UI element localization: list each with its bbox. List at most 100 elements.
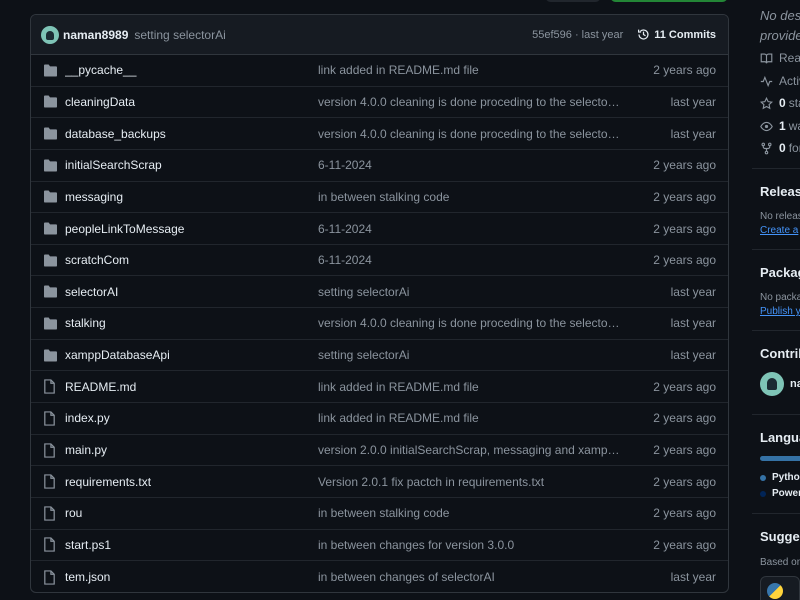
file-name[interactable]: selectorAI: [65, 285, 318, 299]
file-browser: naman8989 setting selectorAi 55ef596 · l…: [30, 14, 729, 593]
divider: [752, 414, 800, 415]
file-commit-date: 2 years ago: [653, 221, 716, 236]
file-commit-message[interactable]: in between stalking code: [318, 506, 620, 520]
language-python[interactable]: Pytho: [760, 472, 800, 483]
suggested-workflow-card[interactable]: [760, 576, 800, 600]
file-commit-message[interactable]: version 4.0.0 cleaning is done proceding…: [318, 95, 620, 109]
file-commit-message[interactable]: link added in README.md file: [318, 63, 620, 77]
file-commit-date: last year: [670, 348, 716, 363]
releases-text: No releas: [760, 211, 800, 222]
file-row[interactable]: index.py link added in README.md file 2 ye…: [31, 403, 728, 435]
folder-icon: [43, 126, 59, 142]
releases-heading[interactable]: Release: [760, 184, 800, 199]
file-commit-message[interactable]: in between stalking code: [318, 190, 620, 204]
file-commit-message[interactable]: version 2.0.0 initialSearchScrap, messag…: [318, 443, 620, 457]
file-name[interactable]: xamppDatabaseApi: [65, 348, 318, 362]
file-icon: [43, 442, 59, 458]
forks-link[interactable]: 0 for: [760, 141, 800, 155]
file-commit-message[interactable]: version 4.0.0 cleaning is done proceding…: [318, 127, 620, 141]
file-name[interactable]: messaging: [65, 190, 318, 204]
watching-label: wa: [788, 119, 800, 133]
publish-package-link[interactable]: Publish y: [760, 306, 800, 317]
folder-icon: [43, 221, 59, 237]
contributor-avatar[interactable]: [760, 372, 784, 396]
toolbar-button[interactable]: [545, 0, 601, 2]
history-icon: [638, 29, 649, 40]
file-commit-date: 2 years ago: [653, 443, 716, 457]
watching-link[interactable]: 1 wa: [760, 119, 800, 133]
file-row[interactable]: initialSearchScrap 6-11-2024 2 years ago: [31, 150, 728, 182]
packages-heading[interactable]: Packag: [760, 265, 800, 280]
file-commit-message[interactable]: Version 2.0.1 fix pactch in requirements…: [318, 475, 620, 489]
file-row[interactable]: selectorAI setting selectorAi last year: [31, 276, 728, 309]
file-name[interactable]: start.ps1: [65, 538, 318, 552]
author-avatar[interactable]: [41, 25, 59, 44]
file-commit-message[interactable]: setting selectorAi: [318, 285, 620, 299]
file-row[interactable]: main.py version 2.0.0 initialSearchScrap,…: [31, 435, 728, 467]
file-commit-date: 2 years ago: [653, 506, 716, 521]
file-name[interactable]: tem.json: [65, 570, 318, 584]
file-commit-message[interactable]: in between changes of selectorAI: [318, 570, 620, 584]
file-name[interactable]: initialSearchScrap: [65, 158, 318, 172]
file-commit-message[interactable]: 6-11-2024: [318, 222, 620, 236]
file-name[interactable]: README.md: [65, 380, 318, 394]
file-row[interactable]: requirements.txt Version 2.0.1 fix pactch…: [31, 466, 728, 498]
file-icon: [43, 410, 59, 426]
file-name[interactable]: rou: [65, 506, 318, 520]
file-row[interactable]: peopleLinkToMessage 6-11-2024 2 years ago: [31, 213, 728, 245]
file-commit-message[interactable]: 6-11-2024: [318, 253, 620, 267]
folder-icon: [43, 284, 59, 300]
readme-link[interactable]: Read: [760, 51, 800, 65]
file-name[interactable]: index.py: [65, 411, 318, 425]
activity-label: Activ: [779, 74, 800, 88]
file-row[interactable]: cleaningData version 4.0.0 cleaning is do…: [31, 87, 728, 119]
folder-icon: [43, 252, 59, 268]
file-row[interactable]: database_backups version 4.0.0 cleaning i…: [31, 118, 728, 150]
contributors-heading[interactable]: Contrib: [760, 346, 800, 361]
file-row[interactable]: rou in between stalking code 2 years ago: [31, 498, 728, 530]
file-row[interactable]: stalking version 4.0.0 cleaning is done p…: [31, 308, 728, 340]
language-powershell[interactable]: Power: [760, 488, 800, 499]
file-name[interactable]: stalking: [65, 316, 318, 330]
suggested-text: Based on: [760, 557, 800, 568]
divider: [752, 168, 800, 169]
code-button[interactable]: [610, 0, 728, 2]
activity-link[interactable]: Activ: [760, 74, 800, 88]
commit-sha-time[interactable]: 55ef596 · last year: [532, 29, 623, 41]
file-name[interactable]: main.py: [65, 443, 318, 457]
commit-message[interactable]: setting selectorAi: [134, 28, 225, 42]
file-row[interactable]: xamppDatabaseApi setting selectorAi last y…: [31, 340, 728, 372]
file-commit-date: 2 years ago: [653, 379, 716, 394]
file-commit-message[interactable]: link added in README.md file: [318, 380, 620, 394]
folder-icon: [43, 189, 59, 205]
readme-label: Read: [779, 51, 800, 65]
file-commit-message[interactable]: version 4.0.0 cleaning is done proceding…: [318, 316, 620, 330]
file-row[interactable]: tem.json in between changes of selectorAI…: [31, 561, 728, 592]
file-commit-message[interactable]: in between changes for version 3.0.0: [318, 538, 620, 552]
create-release-link[interactable]: Create a: [760, 225, 798, 236]
commit-author[interactable]: naman8989: [63, 28, 128, 42]
file-commit-message[interactable]: link added in README.md file: [318, 411, 620, 425]
repo-description: No desc provide: [760, 6, 800, 46]
language-powershell-label: Power: [772, 488, 800, 499]
file-commit-message[interactable]: setting selectorAi: [318, 348, 620, 362]
stars-link[interactable]: 0 sta: [760, 96, 800, 110]
file-commit-date: last year: [670, 284, 716, 299]
file-row[interactable]: README.md link added in README.md file 2 y…: [31, 371, 728, 404]
file-row[interactable]: start.ps1 in between changes for version …: [31, 530, 728, 562]
languages-heading: Langua: [760, 430, 800, 445]
file-row[interactable]: __pycache__ link added in README.md file 2…: [31, 55, 728, 87]
file-commit-date: 2 years ago: [653, 189, 716, 204]
file-name[interactable]: scratchCom: [65, 253, 318, 267]
forks-count: 0: [779, 141, 786, 155]
file-row[interactable]: scratchCom 6-11-2024 2 years ago: [31, 245, 728, 277]
contributor-name[interactable]: na: [790, 378, 800, 390]
file-name[interactable]: requirements.txt: [65, 475, 318, 489]
file-name[interactable]: cleaningData: [65, 95, 318, 109]
file-row[interactable]: messaging in between stalking code 2 years…: [31, 182, 728, 214]
file-commit-message[interactable]: 6-11-2024: [318, 158, 620, 172]
file-name[interactable]: peopleLinkToMessage: [65, 222, 318, 236]
file-name[interactable]: __pycache__: [65, 63, 318, 77]
file-name[interactable]: database_backups: [65, 127, 318, 141]
commits-link[interactable]: 11 Commits: [637, 28, 716, 41]
